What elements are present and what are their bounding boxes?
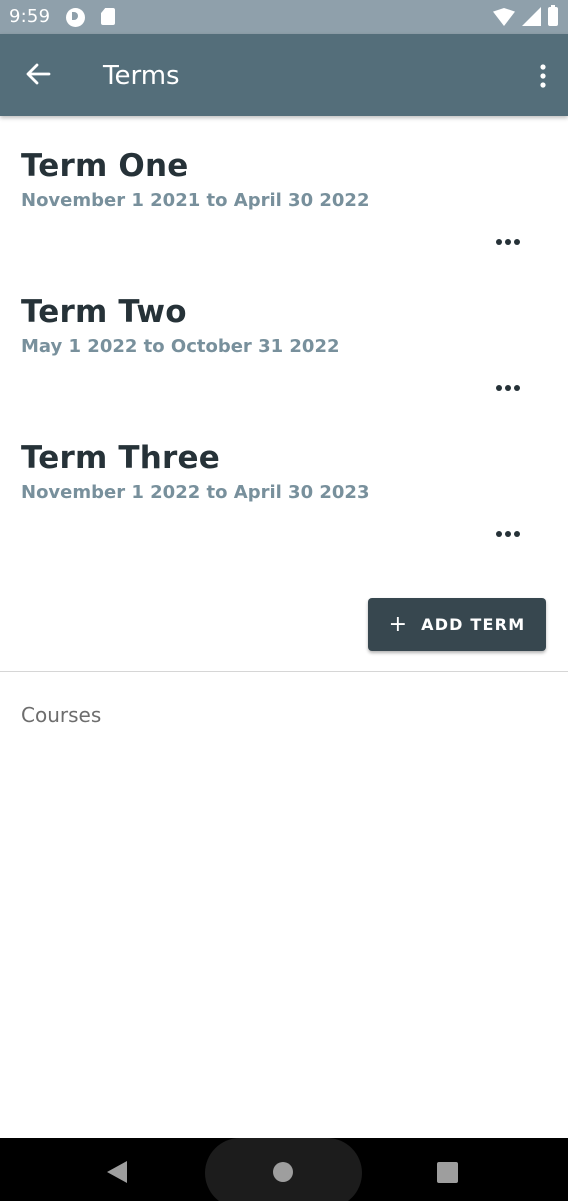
- courses-heading: Courses: [21, 703, 102, 727]
- more-horiz-icon: [505, 531, 511, 537]
- system-nav-bar: [0, 1138, 568, 1201]
- more-horiz-icon: [514, 239, 520, 245]
- more-horiz-icon: [496, 531, 502, 537]
- nav-home-icon[interactable]: [273, 1162, 293, 1182]
- term-dates: November 1 2021 to April 30 2022: [21, 190, 370, 211]
- term-name: Term Three: [21, 440, 220, 476]
- status-bar: 9:59: [0, 0, 568, 34]
- term-dates: November 1 2022 to April 30 2023: [21, 482, 370, 503]
- sd-card-icon: [101, 8, 115, 25]
- term-item[interactable]: Term Three November 1 2022 to April 30 2…: [0, 440, 568, 586]
- term-more-button[interactable]: [494, 378, 522, 398]
- divider: [0, 671, 568, 672]
- app-bar: Terms: [0, 34, 568, 116]
- more-horiz-icon: [505, 239, 511, 245]
- page-title: Terms: [103, 61, 180, 91]
- nav-back-icon[interactable]: [107, 1161, 127, 1183]
- more-horiz-icon: [514, 385, 520, 391]
- more-horiz-icon: [496, 385, 502, 391]
- term-item[interactable]: Term One November 1 2021 to April 30 202…: [0, 148, 568, 294]
- nav-recents-icon[interactable]: [437, 1162, 458, 1183]
- p-app-icon: [66, 8, 85, 27]
- more-vert-icon: [540, 64, 546, 88]
- term-name: Term One: [21, 148, 189, 184]
- term-more-button[interactable]: [494, 524, 522, 544]
- plus-icon: +: [388, 611, 408, 637]
- arrow-back-icon: [26, 63, 51, 85]
- term-dates: May 1 2022 to October 31 2022: [21, 336, 340, 357]
- signal-icon: [522, 7, 541, 26]
- overflow-menu-button[interactable]: [532, 58, 554, 94]
- status-time: 9:59: [9, 6, 51, 27]
- wifi-icon: [493, 8, 515, 26]
- add-term-label: ADD TERM: [421, 615, 526, 634]
- add-term-button[interactable]: + ADD TERM: [368, 598, 546, 651]
- more-horiz-icon: [505, 385, 511, 391]
- term-name: Term Two: [21, 294, 187, 330]
- battery-icon: [548, 5, 558, 26]
- term-more-button[interactable]: [494, 232, 522, 252]
- back-button[interactable]: [18, 54, 58, 94]
- term-item[interactable]: Term Two May 1 2022 to October 31 2022: [0, 294, 568, 440]
- more-horiz-icon: [496, 239, 502, 245]
- status-right-icons: [493, 5, 558, 26]
- more-horiz-icon: [514, 531, 520, 537]
